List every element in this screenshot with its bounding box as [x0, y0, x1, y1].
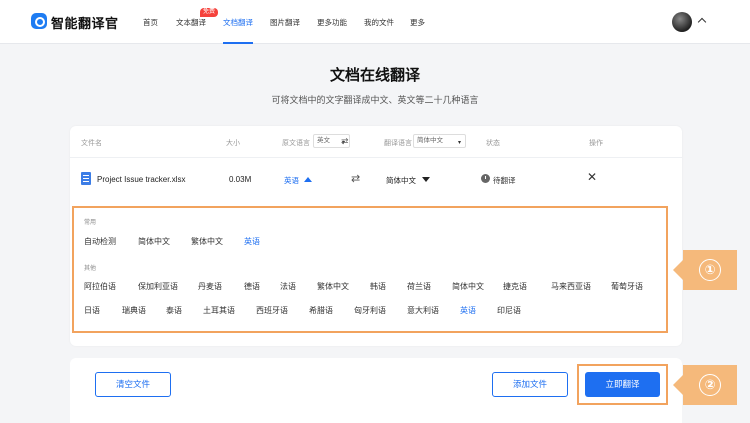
caret-down-icon[interactable] [422, 177, 430, 182]
chevron-down-icon: ▾ [457, 140, 461, 146]
col-header-action: 操作 [589, 140, 603, 147]
other-group-label: 其他 [84, 266, 97, 272]
lang-option[interactable]: 繁体中文 [191, 236, 223, 247]
file-icon [81, 172, 91, 185]
callout-step-2: ② [673, 365, 737, 405]
nav-item-text-translate[interactable]: 文本翻译 [176, 17, 206, 28]
lang-option[interactable]: 匈牙利语 [354, 305, 386, 316]
lang-option[interactable]: 土耳其语 [203, 305, 235, 316]
lang-option[interactable]: 保加利亚语 [138, 281, 178, 292]
translate-now-button[interactable]: 立即翻译 [585, 372, 660, 397]
source-lang-select-value: 英文 [317, 137, 330, 144]
nav-item-my-files[interactable]: 我的文件 [364, 17, 394, 28]
step-number: ① [699, 259, 721, 281]
nav-item-image-translate[interactable]: 图片翻译 [270, 17, 300, 28]
target-lang-select[interactable]: 简体中文 ▾ [413, 134, 466, 148]
caret-up-icon[interactable] [304, 177, 312, 182]
lang-option-selected[interactable]: 英语 [244, 236, 260, 247]
avatar[interactable] [672, 12, 692, 32]
callout-step-1: ① [673, 250, 737, 290]
col-header-source-lang: 原文语言 [282, 140, 310, 147]
status-text: 待翻译 [493, 176, 516, 185]
free-badge: 免费 [200, 8, 219, 17]
lang-option[interactable]: 瑞典语 [122, 305, 146, 316]
lang-option[interactable]: 马来西亚语 [551, 281, 591, 292]
lang-option[interactable]: 简体中文 [138, 236, 170, 247]
common-group-label: 常用 [84, 220, 97, 226]
add-file-button[interactable]: 添加文件 [492, 372, 568, 397]
target-lang-select-value: 简体中文 [417, 137, 443, 144]
nav-item-more-features[interactable]: 更多功能 [317, 17, 347, 28]
lang-option[interactable]: 葡萄牙语 [611, 281, 643, 292]
lang-option[interactable]: 简体中文 [452, 281, 484, 292]
nav-item-home[interactable]: 首页 [143, 17, 158, 28]
logo-icon[interactable] [31, 13, 47, 29]
callout-arrow [673, 260, 683, 280]
lang-option-selected[interactable]: 英语 [460, 305, 476, 316]
brand-name[interactable]: 智能翻译官 [51, 13, 119, 32]
swap-icon[interactable]: ⇄ [351, 172, 360, 185]
chevron-up-icon[interactable] [697, 17, 707, 27]
lang-option[interactable]: 泰语 [166, 305, 182, 316]
lang-option[interactable]: 捷克语 [503, 281, 527, 292]
page-title: 文档在线翻译 [329, 67, 420, 84]
close-icon[interactable]: ✕ [587, 171, 597, 183]
lang-option[interactable]: 法语 [280, 281, 296, 292]
lang-option[interactable]: 韩语 [370, 281, 386, 292]
lang-option[interactable]: 意大利语 [407, 305, 439, 316]
swap-icon[interactable]: ⇄ [341, 136, 349, 147]
col-header-status: 状态 [486, 140, 500, 147]
col-header-target-lang: 翻译语言 [384, 140, 412, 147]
nav-item-doc-translate[interactable]: 文档翻译 [223, 17, 253, 28]
lang-option[interactable]: 荷兰语 [407, 281, 431, 292]
target-lang-dropdown[interactable]: 简体中文 [386, 175, 416, 186]
file-name: Project Issue tracker.xlsx [97, 175, 186, 184]
lang-option[interactable]: 德语 [244, 281, 260, 292]
step-number: ② [699, 374, 721, 396]
row-divider [70, 157, 682, 158]
lang-option[interactable]: 繁体中文 [317, 281, 349, 292]
lang-option[interactable]: 希腊语 [309, 305, 333, 316]
lang-option[interactable]: 阿拉伯语 [84, 281, 116, 292]
lang-option[interactable]: 西班牙语 [256, 305, 288, 316]
page-subtitle: 可将文档中的文字翻译成中文、英文等二十几种语言 [271, 95, 479, 105]
nav-active-indicator [223, 42, 253, 44]
lang-option[interactable]: 日语 [84, 305, 100, 316]
lang-option[interactable]: 丹麦语 [198, 281, 222, 292]
nav-item-more[interactable]: 更多 [410, 17, 425, 28]
top-nav: 智能翻译官 首页 文本翻译 免费 文档翻译 图片翻译 更多功能 我的文件 更多 [0, 0, 750, 44]
callout-arrow [673, 375, 683, 395]
clear-files-button[interactable]: 清空文件 [95, 372, 171, 397]
col-header-size: 大小 [226, 140, 240, 147]
col-header-filename: 文件名 [81, 140, 102, 147]
source-lang-dropdown[interactable]: 英语 [284, 175, 299, 186]
clock-icon [481, 174, 490, 183]
lang-option[interactable]: 印尼语 [497, 305, 521, 316]
lang-option-auto-detect[interactable]: 自动检测 [84, 236, 116, 247]
file-size: 0.03M [229, 175, 252, 184]
